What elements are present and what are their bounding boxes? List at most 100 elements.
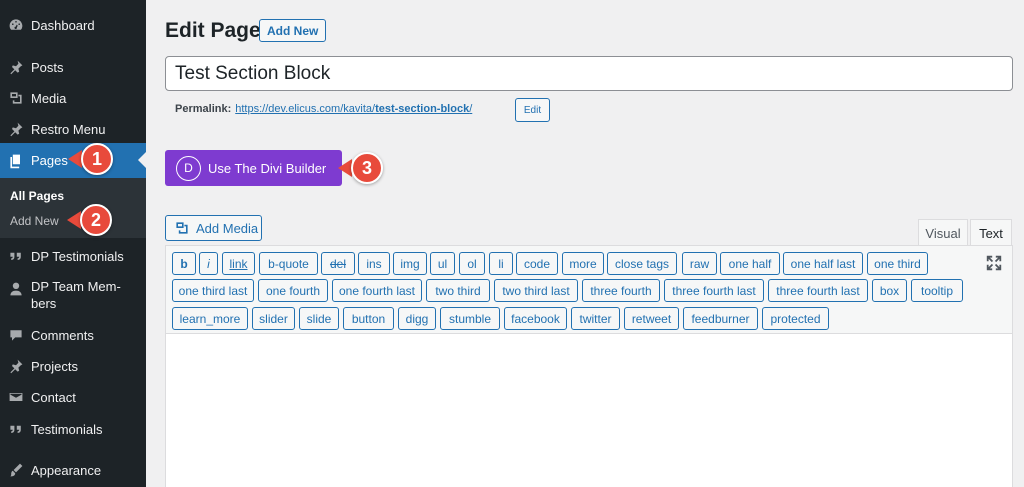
qt-ul[interactable]: ul bbox=[430, 252, 455, 275]
callout-1-pointer bbox=[68, 150, 82, 168]
qt-two-third[interactable]: two third bbox=[426, 279, 490, 302]
sidebar-item-label: Contact bbox=[31, 389, 76, 405]
permalink: Permalink: https://dev.elicus.com/kavita… bbox=[175, 103, 472, 115]
qt-box[interactable]: box bbox=[872, 279, 907, 302]
permalink-link[interactable]: https://dev.elicus.com/kavita/test-secti… bbox=[235, 103, 472, 115]
qt-raw[interactable]: raw bbox=[682, 252, 717, 275]
submenu-all-pages[interactable]: All Pages bbox=[10, 189, 64, 203]
permalink-trailing: / bbox=[469, 103, 473, 115]
divi-builder-button[interactable]: D Use The Divi Builder bbox=[165, 150, 342, 186]
qt-one-fourth-last[interactable]: one fourth last bbox=[332, 279, 422, 302]
sidebar-item-label: Restro Menu bbox=[31, 121, 106, 137]
qt-italic[interactable]: i bbox=[199, 252, 218, 275]
qt-feedburner[interactable]: feedburner bbox=[683, 307, 758, 330]
callout-3: 3 bbox=[351, 152, 383, 184]
qt-one-half[interactable]: one half bbox=[720, 252, 780, 275]
add-media-button[interactable]: Add Media bbox=[165, 215, 262, 241]
sidebar-item-label: DP Testimonials bbox=[31, 248, 124, 264]
fullscreen-icon[interactable] bbox=[985, 254, 1003, 272]
qt-ins[interactable]: ins bbox=[358, 252, 390, 275]
qt-three-fourth-last[interactable]: three fourth last bbox=[664, 279, 764, 302]
sidebar-item-comments[interactable]: Comments bbox=[0, 324, 146, 346]
qt-one-third[interactable]: one third bbox=[867, 252, 928, 275]
sidebar-item-dashboard[interactable]: Dashboard bbox=[0, 14, 146, 36]
qt-twitter[interactable]: twitter bbox=[571, 307, 620, 330]
qt-li[interactable]: li bbox=[489, 252, 513, 275]
qt-three-fourth[interactable]: three fourth bbox=[582, 279, 660, 302]
sidebar-item-label-line2: bers bbox=[31, 296, 57, 311]
qt-stumble[interactable]: stumble bbox=[440, 307, 500, 330]
qt-learn-more[interactable]: learn_more bbox=[172, 307, 248, 330]
post-title-input[interactable]: Test Section Block bbox=[165, 56, 1013, 91]
qt-link[interactable]: link bbox=[222, 252, 255, 275]
qt-one-half-last[interactable]: one half last bbox=[783, 252, 863, 275]
qt-tooltip[interactable]: tooltip bbox=[911, 279, 963, 302]
submenu-add-new[interactable]: Add New bbox=[10, 214, 59, 228]
pages-icon bbox=[7, 152, 25, 170]
qt-digg[interactable]: digg bbox=[398, 307, 436, 330]
qt-img[interactable]: img bbox=[393, 252, 427, 275]
qt-slide[interactable]: slide bbox=[299, 307, 339, 330]
comments-icon bbox=[7, 326, 25, 344]
qt-close-tags[interactable]: close tags bbox=[607, 252, 677, 275]
qt-more[interactable]: more bbox=[562, 252, 604, 275]
sidebar-item-label: Comments bbox=[31, 327, 94, 343]
add-media-label: Add Media bbox=[196, 220, 259, 236]
sidebar-item-dp-team-members[interactable]: DP Team Mem- bers bbox=[0, 278, 146, 314]
qt-two-third-last[interactable]: two third last bbox=[494, 279, 578, 302]
user-icon bbox=[7, 280, 25, 298]
divi-logo-icon: D bbox=[176, 155, 201, 181]
add-media-icon bbox=[176, 222, 188, 234]
divi-builder-label: Use The Divi Builder bbox=[208, 160, 327, 176]
permalink-base: https://dev.elicus.com/kavita/ bbox=[235, 103, 376, 115]
qt-one-fourth[interactable]: one fourth bbox=[258, 279, 328, 302]
page-title: Edit Page bbox=[165, 19, 261, 42]
current-menu-arrow bbox=[138, 152, 146, 168]
text-editor: b i link b-quote del ins img ul ol li co… bbox=[165, 245, 1013, 487]
sidebar-item-restro-menu[interactable]: Restro Menu bbox=[0, 118, 146, 140]
tab-text[interactable]: Text bbox=[970, 219, 1012, 246]
add-new-button[interactable]: Add New bbox=[259, 19, 327, 42]
sidebar-item-label: DP Team Mem- bbox=[31, 279, 121, 294]
brush-icon bbox=[7, 461, 25, 479]
qt-ol[interactable]: ol bbox=[459, 252, 485, 275]
media-icon bbox=[7, 89, 25, 107]
mail-icon bbox=[7, 388, 25, 406]
qt-code[interactable]: code bbox=[516, 252, 558, 275]
sidebar-item-label: Appearance bbox=[31, 462, 102, 478]
quote-icon bbox=[7, 420, 25, 438]
edit-permalink-button[interactable]: Edit bbox=[515, 98, 550, 122]
sidebar-item-label-wrap: DP Team Mem- bers bbox=[31, 278, 121, 312]
sidebar-item-contact[interactable]: Contact bbox=[0, 386, 146, 408]
dashboard-icon bbox=[7, 16, 25, 34]
sidebar-item-projects[interactable]: Projects bbox=[0, 355, 146, 377]
callout-2-pointer bbox=[67, 211, 81, 229]
qt-bold[interactable]: b bbox=[172, 252, 196, 275]
callout-1: 1 bbox=[81, 143, 113, 175]
sidebar-item-media[interactable]: Media bbox=[0, 87, 146, 109]
pin-icon bbox=[7, 58, 25, 76]
pin-icon bbox=[7, 357, 25, 375]
qt-button[interactable]: button bbox=[343, 307, 394, 330]
callout-2: 2 bbox=[80, 204, 112, 236]
qt-facebook[interactable]: facebook bbox=[504, 307, 567, 330]
sidebar-item-testimonials[interactable]: Testimonials bbox=[0, 418, 146, 440]
qt-protected[interactable]: protected bbox=[762, 307, 829, 330]
sidebar-item-posts[interactable]: Posts bbox=[0, 56, 146, 78]
sidebar-item-label: Posts bbox=[31, 59, 64, 75]
sidebar-item-label: Dashboard bbox=[31, 17, 95, 33]
sidebar-item-label: Projects bbox=[31, 358, 78, 374]
qt-slider[interactable]: slider bbox=[252, 307, 295, 330]
pages-submenu: All Pages Add New bbox=[0, 178, 146, 238]
qt-three-fourth-last-2[interactable]: three fourth last bbox=[768, 279, 868, 302]
sidebar-item-label: Media bbox=[31, 90, 67, 106]
qt-retweet[interactable]: retweet bbox=[624, 307, 679, 330]
sidebar-item-appearance[interactable]: Appearance bbox=[0, 459, 146, 481]
tab-visual[interactable]: Visual bbox=[918, 219, 968, 246]
quote-icon bbox=[7, 247, 25, 265]
permalink-slug: test-section-block bbox=[375, 103, 470, 115]
qt-b-quote[interactable]: b-quote bbox=[259, 252, 318, 275]
qt-one-third-last[interactable]: one third last bbox=[172, 279, 254, 302]
sidebar-item-dp-testimonials[interactable]: DP Testimonials bbox=[0, 245, 146, 267]
qt-del[interactable]: del bbox=[321, 252, 355, 275]
